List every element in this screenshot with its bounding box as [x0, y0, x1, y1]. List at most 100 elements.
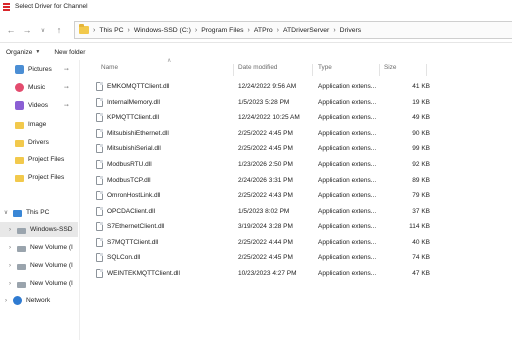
- videos-icon: [15, 101, 24, 110]
- app-icon: [2, 2, 11, 11]
- file-size: 19 KB: [412, 99, 430, 106]
- sidebar-item-label: New Volume (I: [30, 244, 73, 251]
- file-name: EMKOMQTTClient.dll: [107, 83, 170, 90]
- sidebar-item-network[interactable]: › Network: [0, 293, 78, 308]
- file-date: 2/25/2022 4:45 PM: [238, 130, 293, 137]
- column-header-type[interactable]: Type: [318, 64, 332, 71]
- file-date: 2/25/2022 4:45 PM: [238, 145, 293, 152]
- pane-divider[interactable]: [79, 60, 80, 340]
- file-size: 114 KB: [409, 223, 430, 230]
- column-divider[interactable]: [233, 64, 234, 76]
- sidebar-item-project-files-2[interactable]: Project Files: [0, 170, 78, 185]
- breadcrumb-program-files[interactable]: Program Files: [201, 27, 243, 34]
- file-type: Application extens...: [318, 161, 377, 168]
- sidebar-item-videos[interactable]: Videos ➙: [0, 98, 78, 113]
- column-divider[interactable]: [312, 64, 313, 76]
- dll-file-icon: [96, 98, 103, 107]
- chevron-down-icon: ∨: [40, 27, 46, 34]
- organize-label: Organize: [6, 48, 33, 56]
- breadcrumb-atdriverserver[interactable]: ATDriverServer: [283, 27, 329, 34]
- chevron-down-icon[interactable]: ∨: [2, 209, 10, 216]
- file-date: 1/5/2023 8:02 PM: [238, 208, 290, 215]
- sidebar-item-this-pc[interactable]: ∨ This PC: [0, 205, 78, 220]
- breadcrumb-drivers[interactable]: Drivers: [340, 27, 362, 34]
- chevron-right-icon: ›: [93, 26, 96, 34]
- chevron-right-icon[interactable]: ›: [6, 263, 14, 269]
- sidebar-item-label: This PC: [26, 209, 50, 216]
- dll-file-icon: [96, 82, 103, 91]
- chevron-right-icon: ›: [247, 26, 250, 34]
- sidebar-item-label: New Volume (I: [30, 280, 73, 287]
- recent-locations-button[interactable]: ∨: [36, 23, 50, 37]
- column-divider[interactable]: [426, 64, 427, 76]
- file-date: 2/25/2022 4:45 PM: [238, 254, 293, 261]
- file-type: Application extens...: [318, 99, 377, 106]
- sidebar-item-new-volume-1[interactable]: › New Volume (I: [0, 240, 78, 255]
- file-date: 12/24/2022 9:56 AM: [238, 83, 297, 90]
- file-date: 1/5/2023 5:28 PM: [238, 99, 290, 106]
- navbar-divider: [0, 42, 512, 43]
- new-folder-button[interactable]: New folder: [54, 49, 85, 56]
- file-type: Application extens...: [318, 177, 377, 184]
- file-row[interactable]: S7EthernetClient.dll 3/19/2024 3:28 PM A…: [96, 219, 432, 234]
- chevron-right-icon[interactable]: ›: [6, 245, 14, 251]
- file-name: S7EthernetClient.dll: [107, 223, 165, 230]
- back-button[interactable]: ←: [4, 23, 18, 37]
- sidebar-item-windows-ssd[interactable]: › Windows-SSD: [0, 222, 78, 237]
- sidebar-item-label: Network: [26, 297, 51, 304]
- organize-button[interactable]: Organize ▼: [6, 49, 40, 56]
- file-date: 10/23/2023 4:27 PM: [238, 270, 297, 277]
- chevron-right-icon: ›: [333, 26, 336, 34]
- folder-icon: [79, 24, 89, 34]
- file-row[interactable]: WEINTEKMQTTClient.dll 10/23/2023 4:27 PM…: [96, 266, 432, 281]
- chevron-right-icon[interactable]: ›: [2, 298, 10, 304]
- address-bar[interactable]: › This PC › Windows-SSD (C:) › Program F…: [74, 21, 512, 39]
- sidebar-item-new-volume-3[interactable]: › New Volume (I: [0, 276, 78, 291]
- drive-icon: [17, 227, 26, 234]
- breadcrumb-atpro[interactable]: ATPro: [254, 27, 273, 34]
- file-row[interactable]: KPMQTTClient.dll 12/24/2022 10:25 AM App…: [96, 110, 432, 125]
- column-header-date[interactable]: Date modified: [238, 64, 277, 71]
- chevron-right-icon: ›: [127, 26, 130, 34]
- dll-file-icon: [96, 222, 103, 231]
- file-date: 2/24/2026 3:31 PM: [238, 177, 293, 184]
- file-size: 47 KB: [412, 270, 430, 277]
- file-row[interactable]: S7MQTTClient.dll 2/25/2022 4:44 PM Appli…: [96, 235, 432, 250]
- file-size: 41 KB: [412, 83, 430, 90]
- file-row[interactable]: InternalMemory.dll 1/5/2023 5:28 PM Appl…: [96, 95, 432, 110]
- file-row[interactable]: MitsubishiEthernet.dll 2/25/2022 4:45 PM…: [96, 126, 432, 141]
- file-row[interactable]: SQLCon.dll 2/25/2022 4:45 PM Application…: [96, 250, 432, 265]
- chevron-right-icon[interactable]: ›: [6, 227, 14, 233]
- forward-button[interactable]: →: [20, 23, 34, 37]
- sidebar-item-drivers[interactable]: Drivers: [0, 135, 78, 150]
- sidebar-item-image[interactable]: Image: [0, 117, 78, 132]
- sidebar-item-new-volume-2[interactable]: › New Volume (I: [0, 258, 78, 273]
- column-divider[interactable]: [379, 64, 380, 76]
- file-row[interactable]: ModbusTCP.dll 2/24/2026 3:31 PM Applicat…: [96, 173, 432, 188]
- chevron-right-icon[interactable]: ›: [6, 281, 14, 287]
- pin-icon: ➙: [64, 103, 70, 109]
- toolbar: Organize ▼ New folder: [0, 44, 512, 60]
- file-type: Application extens...: [318, 208, 377, 215]
- file-size: 49 KB: [412, 114, 430, 121]
- file-row[interactable]: ModbusRTU.dll 1/23/2026 2:50 PM Applicat…: [96, 157, 432, 172]
- file-type: Application extens...: [318, 130, 377, 137]
- file-row[interactable]: OmronHostLink.dll 2/25/2022 4:43 PM Appl…: [96, 188, 432, 203]
- sidebar-item-label: Drivers: [28, 139, 49, 146]
- file-size: 92 KB: [412, 161, 430, 168]
- column-header-size[interactable]: Size: [384, 64, 396, 71]
- sidebar-item-music[interactable]: Music ➙: [0, 80, 78, 95]
- folder-icon: [15, 139, 24, 147]
- sidebar-item-project-files[interactable]: Project Files: [0, 152, 78, 167]
- file-row[interactable]: EMKOMQTTClient.dll 12/24/2022 9:56 AM Ap…: [96, 79, 432, 94]
- column-header-name[interactable]: Name: [101, 64, 118, 71]
- breadcrumb-this-pc[interactable]: This PC: [99, 27, 123, 34]
- sidebar-item-pictures[interactable]: Pictures ➙: [0, 62, 78, 77]
- file-row[interactable]: OPCDAClient.dll 1/5/2023 8:02 PM Applica…: [96, 204, 432, 219]
- file-name: MitsubishiSerial.dll: [107, 145, 161, 152]
- breadcrumb-drive[interactable]: Windows-SSD (C:): [134, 27, 191, 34]
- file-name: ModbusTCP.dll: [107, 177, 151, 184]
- file-row[interactable]: MitsubishiSerial.dll 2/25/2022 4:45 PM A…: [96, 141, 432, 156]
- file-size: 40 KB: [412, 239, 430, 246]
- up-button[interactable]: ↑: [52, 23, 66, 37]
